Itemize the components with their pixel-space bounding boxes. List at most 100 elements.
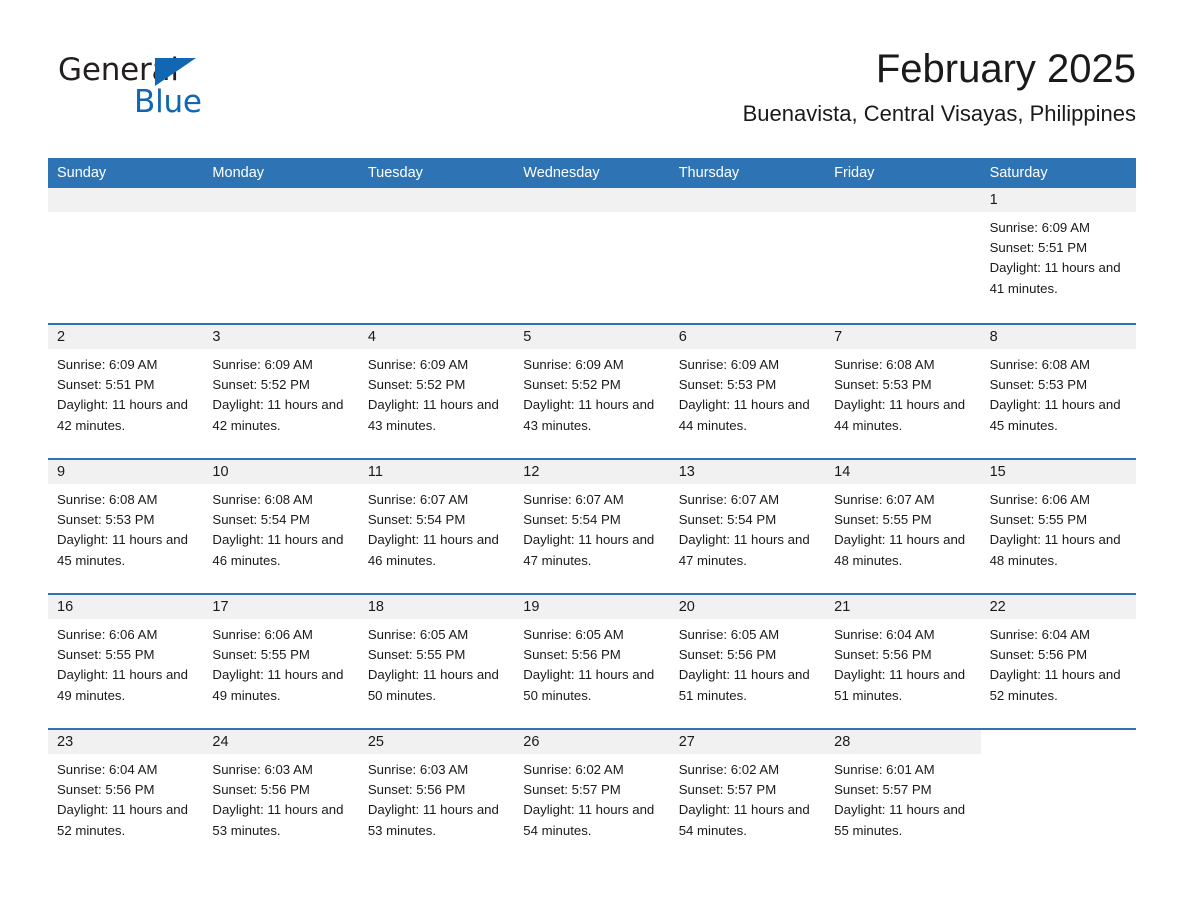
sunrise-text: Sunrise: 6:03 AM [212,762,313,777]
sunrise-text: Sunrise: 6:09 AM [367,357,469,372]
sunrise-text: Sunrise: 6:07 AM [834,492,935,507]
calendar-day-cell[interactable]: 5 Sunrise: 6:09 AM Sunset: 5:52 PM Daylight… [514,325,670,458]
logo-text-blue: Blue [134,84,202,120]
calendar-day-cell[interactable]: 1 Sunrise: 6:09 AM Sunset: 5:51 PM Daylight… [980,188,1136,323]
day-number-band: 19 [514,595,670,619]
general-blue-logo[interactable]: General Blue [58,52,248,124]
calendar-week-row: 9 Sunrise: 6:08 AM Sunset: 5:53 PM Daylight… [48,458,1136,593]
calendar-day-cell[interactable]: 13 Sunrise: 6:07 AM Sunset: 5:54 PM Dayligh… [669,460,826,593]
daylight-text: Daylight: 11 hours and 48 minutes. [989,532,1121,568]
day-sun-info: Sunrise: 6:05 AM Sunset: 5:56 PM Daylight:… [670,619,825,706]
calendar-day-cell[interactable]: 22 Sunrise: 6:04 AM Sunset: 5:56 PM Dayligh… [980,595,1136,728]
weekday-header-thursday: Thursday [678,165,740,181]
sunset-text: Sunset: 5:53 PM [989,377,1088,393]
day-number: 20 [678,599,695,615]
calendar-day-cell[interactable]: 7 Sunrise: 6:08 AM Sunset: 5:53 PM Daylight… [825,325,981,458]
calendar-week-row: 16 Sunrise: 6:06 AM Sunset: 5:55 PM Dayligh… [48,593,1136,728]
calendar-day-cell-empty [358,188,515,323]
calendar-day-cell-empty [203,188,359,323]
calendar-day-cell[interactable]: 10 Sunrise: 6:08 AM Sunset: 5:54 PM Dayligh… [203,460,359,593]
day-sun-info: Sunrise: 6:05 AM Sunset: 5:55 PM Daylight:… [359,619,514,706]
sunrise-text: Sunrise: 6:04 AM [57,762,158,777]
calendar-day-cell[interactable]: 24 Sunrise: 6:03 AM Sunset: 5:56 PM Dayligh… [203,730,359,863]
calendar-day-cell[interactable]: 19 Sunrise: 6:05 AM Sunset: 5:56 PM Dayligh… [514,595,670,728]
sunrise-text: Sunrise: 6:09 AM [57,357,158,372]
day-number-band [203,188,359,212]
sunset-text: Sunset: 5:52 PM [523,377,621,393]
sunset-text: Sunset: 5:57 PM [834,782,932,798]
calendar-day-cell[interactable]: 3 Sunrise: 6:09 AM Sunset: 5:52 PM Daylight… [203,325,359,458]
sunset-text: Sunset: 5:57 PM [678,782,777,798]
day-number-band: 9 [48,460,204,484]
day-number: 8 [989,329,998,345]
calendar-day-cell[interactable]: 2 Sunrise: 6:09 AM Sunset: 5:51 PM Daylight… [48,325,204,458]
sunrise-text: Sunrise: 6:07 AM [523,492,624,507]
calendar-day-cell[interactable]: 23 Sunrise: 6:04 AM Sunset: 5:56 PM Dayligh… [48,730,204,863]
sunset-text: Sunset: 5:53 PM [834,377,932,393]
day-number-band [358,188,515,212]
day-number: 19 [523,599,540,615]
calendar-day-cell[interactable]: 11 Sunrise: 6:07 AM Sunset: 5:54 PM Dayligh… [358,460,515,593]
calendar-day-cell[interactable]: 27 Sunrise: 6:02 AM Sunset: 5:57 PM Dayligh… [669,730,826,863]
calendar-page: General Blue February 2025 Buenavista, C… [0,0,1188,918]
day-sun-info: Sunrise: 6:09 AM Sunset: 5:52 PM Daylight:… [203,349,358,436]
sunrise-text: Sunrise: 6:02 AM [678,762,780,777]
day-number-band: 22 [980,595,1136,619]
sunset-text: Sunset: 5:54 PM [678,512,777,528]
calendar-day-cell-empty [514,188,670,323]
sunrise-text: Sunrise: 6:05 AM [678,627,780,642]
title-block: February 2025 Buenavista, Central Visaya… [743,44,1136,128]
calendar-day-cell[interactable]: 20 Sunrise: 6:05 AM Sunset: 5:56 PM Dayligh… [669,595,826,728]
sunrise-text: Sunrise: 6:04 AM [989,627,1090,642]
sunset-text: Sunset: 5:52 PM [367,377,466,393]
calendar-day-cell[interactable]: 21 Sunrise: 6:04 AM Sunset: 5:56 PM Dayligh… [825,595,981,728]
daylight-text: Daylight: 11 hours and 54 minutes. [678,802,810,838]
daylight-text: Daylight: 11 hours and 50 minutes. [367,667,499,703]
calendar-day-cell[interactable]: 18 Sunrise: 6:05 AM Sunset: 5:55 PM Dayligh… [358,595,515,728]
day-number: 12 [523,464,540,480]
daylight-text: Daylight: 11 hours and 55 minutes. [834,802,966,838]
daylight-text: Daylight: 11 hours and 43 minutes. [367,397,499,433]
calendar-day-cell[interactable]: 8 Sunrise: 6:08 AM Sunset: 5:53 PM Daylight… [980,325,1136,458]
day-number-band: 3 [203,325,359,349]
calendar-day-cell[interactable]: 14 Sunrise: 6:07 AM Sunset: 5:55 PM Dayligh… [825,460,981,593]
daylight-text: Daylight: 11 hours and 46 minutes. [212,532,344,568]
sunset-text: Sunset: 5:51 PM [989,240,1088,256]
sunrise-text: Sunrise: 6:05 AM [523,627,624,642]
calendar-day-cell[interactable]: 26 Sunrise: 6:02 AM Sunset: 5:57 PM Dayligh… [514,730,670,863]
day-number: 10 [212,464,229,480]
day-sun-info: Sunrise: 6:09 AM Sunset: 5:52 PM Daylight:… [514,349,669,436]
sunset-text: Sunset: 5:57 PM [523,782,621,798]
calendar-day-cell[interactable]: 28 Sunrise: 6:01 AM Sunset: 5:57 PM Dayligh… [825,730,981,863]
sunset-text: Sunset: 5:54 PM [523,512,621,528]
weekday-header-wednesday: Wednesday [523,165,600,181]
day-sun-info: Sunrise: 6:05 AM Sunset: 5:56 PM Daylight:… [514,619,669,706]
day-number-band [825,188,981,212]
calendar-day-cell[interactable]: 15 Sunrise: 6:06 AM Sunset: 5:55 PM Dayligh… [980,460,1136,593]
calendar-day-cell[interactable]: 16 Sunrise: 6:06 AM Sunset: 5:55 PM Dayligh… [48,595,204,728]
weekday-header-saturday: Saturday [989,165,1048,181]
day-sun-info: Sunrise: 6:01 AM Sunset: 5:57 PM Daylight:… [825,754,980,841]
daylight-text: Daylight: 11 hours and 41 minutes. [989,260,1121,296]
sunset-text: Sunset: 5:56 PM [367,782,466,798]
day-number: 22 [989,599,1006,615]
calendar-day-cell[interactable]: 6 Sunrise: 6:09 AM Sunset: 5:53 PM Daylight… [669,325,826,458]
day-sun-info: Sunrise: 6:06 AM Sunset: 5:55 PM Daylight:… [981,484,1136,571]
daylight-text: Daylight: 11 hours and 44 minutes. [834,397,966,433]
day-number: 1 [989,192,998,208]
day-number-band: 18 [358,595,515,619]
sunset-text: Sunset: 5:56 PM [523,647,621,663]
sunset-text: Sunset: 5:56 PM [212,782,310,798]
calendar-day-cell[interactable]: 9 Sunrise: 6:08 AM Sunset: 5:53 PM Daylight… [48,460,204,593]
day-number-band: 10 [203,460,359,484]
calendar-day-cell[interactable]: 17 Sunrise: 6:06 AM Sunset: 5:55 PM Dayligh… [203,595,359,728]
calendar-day-cell[interactable]: 4 Sunrise: 6:09 AM Sunset: 5:52 PM Daylight… [358,325,515,458]
day-number: 21 [834,599,851,615]
calendar-day-cell[interactable]: 12 Sunrise: 6:07 AM Sunset: 5:54 PM Dayligh… [514,460,670,593]
day-number-band: 5 [514,325,670,349]
day-sun-info: Sunrise: 6:07 AM Sunset: 5:54 PM Daylight:… [670,484,825,571]
calendar-day-cell[interactable]: 25 Sunrise: 6:03 AM Sunset: 5:56 PM Dayligh… [358,730,515,863]
triangle-icon [155,58,196,86]
day-sun-info: Sunrise: 6:08 AM Sunset: 5:53 PM Daylight:… [981,349,1136,436]
day-number: 27 [678,734,695,750]
